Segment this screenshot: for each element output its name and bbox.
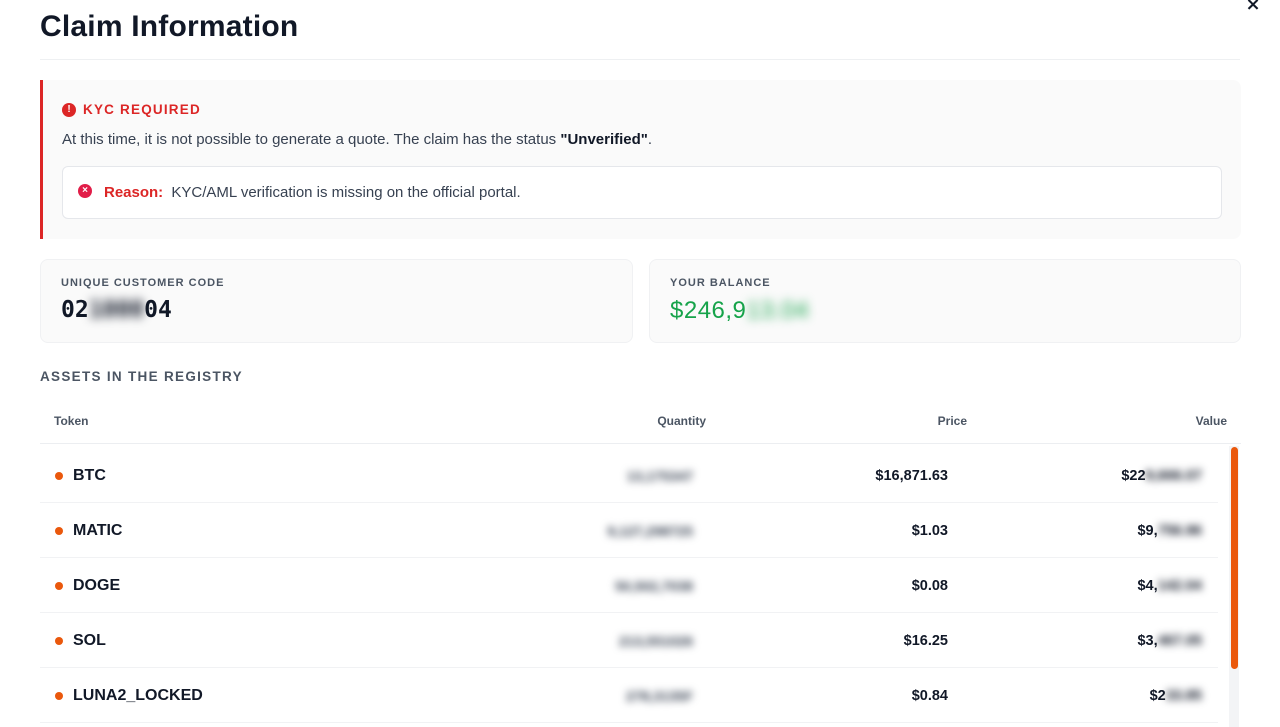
page-title: Claim Information bbox=[40, 10, 299, 43]
table-row[interactable]: SOL 213,551026 $16.25 $3,467.05 bbox=[40, 613, 1218, 668]
kyc-alert-label: KYC REQUIRED bbox=[83, 102, 201, 117]
token-quantity: 50,502,7038 bbox=[615, 578, 693, 594]
claim-status: "Unverified" bbox=[560, 131, 648, 148]
token-dot-icon bbox=[55, 692, 63, 700]
token-quantity: 278,3135F bbox=[626, 688, 693, 704]
column-header-quantity[interactable]: Quantity bbox=[657, 414, 706, 428]
reason-label: Reason: bbox=[104, 184, 164, 201]
reason-text: KYC/AML verification is missing on the o… bbox=[171, 184, 521, 201]
token-value: $4,142.04 bbox=[1137, 578, 1202, 594]
balance-card: YOUR BALANCE $246,913.04 bbox=[649, 259, 1241, 343]
kyc-alert-header: ! KYC REQUIRED bbox=[62, 102, 201, 117]
customer-code-card: UNIQUE CUSTOMER CODE 02100004 bbox=[40, 259, 633, 343]
close-icon[interactable]: × bbox=[1243, 0, 1263, 16]
token-quantity: 213,551026 bbox=[619, 633, 693, 649]
table-row[interactable]: LUNA2_LOCKED 278,3135F $0.84 $233.85 bbox=[40, 668, 1218, 723]
error-circle-icon: × bbox=[78, 184, 92, 198]
balance-label: YOUR BALANCE bbox=[670, 277, 771, 289]
token-value-hidden: 756.96 bbox=[1157, 523, 1202, 539]
token-price: $1.03 bbox=[911, 523, 948, 539]
token-value: $229,666.07 bbox=[1121, 468, 1202, 484]
assets-section-title: ASSETS IN THE REGISTRY bbox=[40, 369, 243, 384]
kyc-alert-message: At this time, it is not possible to gene… bbox=[62, 131, 652, 148]
table-row[interactable]: MATIC 9,127,298725 $1.03 $9,756.96 bbox=[40, 503, 1218, 558]
column-header-price[interactable]: Price bbox=[938, 414, 967, 428]
column-header-token[interactable]: Token bbox=[54, 414, 88, 428]
token-dot-icon bbox=[55, 527, 63, 535]
reason-box: × Reason: KYC/AML verification is missin… bbox=[62, 166, 1222, 219]
reason-line: Reason: KYC/AML verification is missing … bbox=[104, 184, 521, 201]
token-value-hidden: 142.04 bbox=[1157, 578, 1202, 594]
column-header-value[interactable]: Value bbox=[1196, 414, 1227, 428]
token-name: BTC bbox=[73, 467, 106, 484]
title-divider bbox=[40, 59, 1240, 60]
kyc-alert: ! KYC REQUIRED At this time, it is not p… bbox=[40, 80, 1241, 239]
balance-value: $246,913.04 bbox=[670, 297, 809, 325]
token-name: LUNA2_LOCKED bbox=[73, 687, 203, 704]
token-value: $233.85 bbox=[1150, 688, 1202, 704]
token-price: $16,871.63 bbox=[875, 468, 948, 484]
balance-hidden: 13.04 bbox=[746, 297, 809, 324]
token-name: DOGE bbox=[73, 577, 121, 594]
customer-code-start: 02 bbox=[61, 297, 89, 323]
token-value-visible: $2 bbox=[1149, 688, 1166, 704]
token-value-visible: $9, bbox=[1137, 523, 1158, 539]
kyc-message-suffix: . bbox=[647, 131, 653, 148]
token-quantity: 9,127,298725 bbox=[607, 523, 693, 539]
table-row[interactable]: DOGE 50,502,7038 $0.08 $4,142.04 bbox=[40, 558, 1218, 613]
token-quantity: 13,175347 bbox=[626, 468, 693, 484]
assets-table-body: BTC 13,175347 $16,871.63 $229,666.07 MAT… bbox=[40, 448, 1218, 723]
balance-visible: $246,9 bbox=[670, 297, 747, 324]
token-value-visible: $22 bbox=[1121, 468, 1146, 484]
token-value-hidden: 467.05 bbox=[1157, 633, 1202, 649]
table-row[interactable]: BTC 13,175347 $16,871.63 $229,666.07 bbox=[40, 448, 1218, 503]
token-value: $3,467.05 bbox=[1137, 633, 1202, 649]
token-price: $16.25 bbox=[903, 633, 948, 649]
token-value-hidden: 33.85 bbox=[1165, 688, 1202, 704]
token-name: MATIC bbox=[73, 522, 123, 539]
claim-information-modal: × Claim Information ! KYC REQUIRED At th… bbox=[0, 0, 1280, 727]
kyc-message-prefix: At this time, it is not possible to gene… bbox=[62, 131, 557, 148]
customer-code-value: 02100004 bbox=[61, 297, 172, 323]
assets-table-header: Token Quantity Price Value bbox=[40, 400, 1241, 444]
token-value-visible: $3, bbox=[1137, 633, 1158, 649]
customer-code-end: 04 bbox=[144, 297, 172, 323]
customer-code-label: UNIQUE CUSTOMER CODE bbox=[61, 277, 225, 289]
token-price: $0.08 bbox=[911, 578, 948, 594]
table-scrollbar-thumb[interactable] bbox=[1231, 447, 1238, 669]
token-dot-icon bbox=[55, 472, 63, 480]
customer-code-hidden: 1000 bbox=[88, 297, 145, 323]
token-value: $9,756.96 bbox=[1137, 523, 1202, 539]
token-name: SOL bbox=[73, 632, 106, 649]
token-value-hidden: 9,666.07 bbox=[1145, 468, 1202, 484]
alert-icon: ! bbox=[62, 102, 76, 117]
token-dot-icon bbox=[55, 637, 63, 645]
token-value-visible: $4, bbox=[1137, 578, 1158, 594]
token-dot-icon bbox=[55, 582, 63, 590]
token-price: $0.84 bbox=[911, 688, 948, 704]
